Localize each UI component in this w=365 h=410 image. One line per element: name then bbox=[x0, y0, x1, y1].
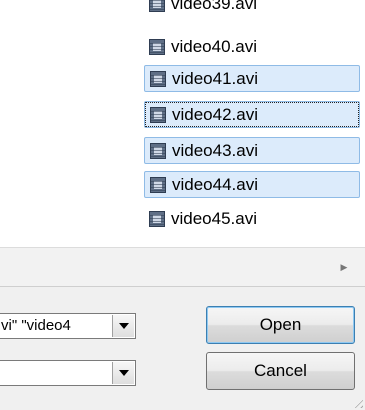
horizontal-scrollbar[interactable]: ▶ bbox=[0, 247, 365, 287]
file-name-dropdown-button[interactable] bbox=[112, 315, 134, 337]
open-button-label: Open bbox=[259, 315, 302, 334]
cancel-button[interactable]: Cancel bbox=[206, 352, 355, 390]
file-name-input[interactable]: vi" "video4 bbox=[0, 314, 111, 338]
file-item-video42[interactable]: video42.avi bbox=[144, 101, 360, 128]
file-item-video43[interactable]: video43.avi bbox=[144, 137, 360, 164]
file-name: video45.avi bbox=[171, 208, 258, 228]
scroll-right-arrow-icon[interactable]: ▶ bbox=[339, 260, 349, 274]
file-list[interactable]: video39.avi video40.avi video41.avi vide… bbox=[0, 0, 365, 247]
file-name: video42.avi bbox=[172, 104, 259, 124]
file-name-combobox[interactable]: vi" "video4 bbox=[0, 313, 136, 339]
resize-grip-icon[interactable] bbox=[351, 396, 363, 408]
video-file-icon bbox=[149, 38, 165, 55]
file-name: video39.avi bbox=[171, 0, 258, 13]
file-name: video43.avi bbox=[172, 140, 259, 160]
cancel-button-label: Cancel bbox=[254, 361, 307, 380]
video-file-icon bbox=[150, 176, 166, 193]
file-type-combobox[interactable] bbox=[0, 360, 136, 386]
video-file-icon bbox=[150, 70, 166, 87]
file-name: video44.avi bbox=[172, 174, 259, 194]
file-item-video45[interactable]: video45.avi bbox=[144, 205, 360, 232]
video-file-icon bbox=[149, 210, 165, 227]
video-file-icon bbox=[150, 106, 166, 123]
video-file-icon bbox=[150, 142, 166, 159]
file-item-video40[interactable]: video40.avi bbox=[144, 33, 360, 60]
file-type-dropdown-button[interactable] bbox=[112, 362, 134, 384]
video-file-icon bbox=[149, 0, 165, 12]
open-button[interactable]: Open bbox=[206, 306, 355, 344]
file-item-video41[interactable]: video41.avi bbox=[144, 65, 360, 92]
file-name: video40.avi bbox=[171, 36, 258, 56]
file-item-video39[interactable]: video39.avi bbox=[144, 0, 360, 17]
file-name: video41.avi bbox=[172, 68, 259, 88]
file-item-video44[interactable]: video44.avi bbox=[144, 171, 360, 198]
